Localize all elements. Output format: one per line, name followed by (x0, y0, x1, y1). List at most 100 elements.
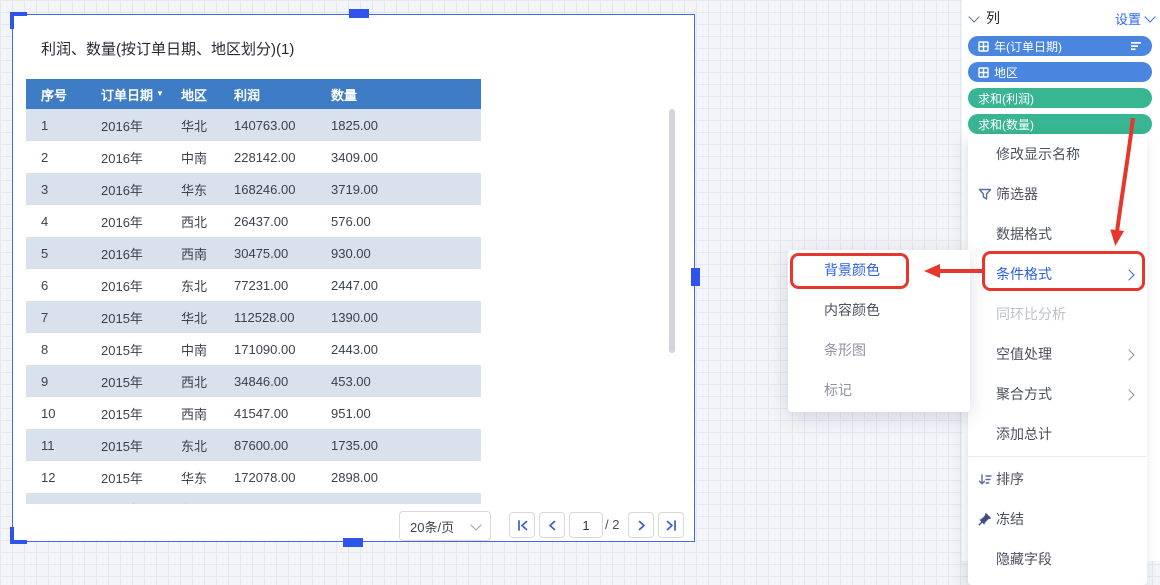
table-row[interactable]: 72015年华北112528.001390.00 (26, 301, 481, 333)
table-cell: 西南 (176, 237, 229, 269)
selection-resize-handle[interactable] (691, 268, 700, 286)
submenu-item-bar-chart[interactable]: 条形图 (788, 330, 970, 370)
menu-item-null-handling[interactable]: 空值处理 (968, 334, 1147, 374)
menu-item-filter[interactable]: 筛选器 (968, 174, 1147, 214)
table-row[interactable]: 42016年西北26437.00576.00 (26, 205, 481, 237)
conditional-format-submenu: 背景颜色内容颜色条形图标记 (788, 250, 970, 412)
table-cell: 12 (26, 461, 96, 493)
table-cell: 华北 (176, 109, 229, 141)
table-row[interactable]: 62016年东北77231.002447.00 (26, 269, 481, 301)
menu-item-label: 同环比分析 (996, 304, 1066, 324)
selection-corner-handle[interactable] (10, 527, 27, 544)
settings-label: 设置 (1115, 9, 1141, 28)
menu-item-period-comparison: 同环比分析 (968, 294, 1147, 334)
field-pill-sum-profit[interactable]: 求和(利润) (968, 88, 1152, 108)
table-cell: 华东 (176, 461, 229, 493)
menu-item-data-format[interactable]: 数据格式 (968, 214, 1147, 254)
menu-item-label: 条件格式 (996, 264, 1052, 284)
prev-page-button[interactable] (539, 512, 565, 538)
menu-item-label: 添加总计 (996, 424, 1052, 444)
table-row[interactable]: 22016年中南228142.003409.00 (26, 141, 481, 173)
menu-item-rename-display-name[interactable]: 修改显示名称 (968, 134, 1147, 174)
page-number-input[interactable] (569, 512, 603, 538)
table-row[interactable]: 92015年西北34846.00453.00 (26, 365, 481, 397)
table-widget-card[interactable]: 利润、数量(按订单日期、地区划分)(1) 序号订单日期▼地区利润数量 12016… (12, 14, 695, 542)
vertical-scrollbar[interactable] (669, 109, 675, 353)
selection-resize-handle[interactable] (349, 9, 369, 18)
table-row[interactable]: 132014年华北73231.00939.00 (26, 493, 481, 504)
chevron-right-icon (1125, 266, 1133, 282)
table-cell: 171090.00 (229, 333, 326, 365)
chevron-down-icon (470, 519, 481, 530)
column-header-5[interactable]: 数量 (326, 79, 481, 109)
first-page-button[interactable] (509, 512, 535, 538)
grid-field-icon (978, 67, 989, 78)
table-cell: 西南 (176, 397, 229, 429)
menu-item-aggregation-method[interactable]: 聚合方式 (968, 374, 1147, 414)
panel-section-title: 列 (986, 8, 1000, 28)
menu-item-sort[interactable]: 排序 (968, 459, 1147, 499)
next-page-button[interactable] (628, 512, 654, 538)
table-row[interactable]: 102015年西南41547.00951.00 (26, 397, 481, 429)
menu-item-label: 修改显示名称 (996, 144, 1080, 164)
table-cell: 2016年 (96, 237, 176, 269)
table-body: 12016年华北140763.001825.0022016年中南228142.0… (26, 109, 481, 504)
table-row[interactable]: 82015年中南171090.002443.00 (26, 333, 481, 365)
field-pill-label: 年(订单日期) (994, 38, 1062, 55)
submenu-item-mark[interactable]: 标记 (788, 370, 970, 410)
table-row[interactable]: 112015年东北87600.001735.00 (26, 429, 481, 461)
menu-item-hide-field[interactable]: 隐藏字段 (968, 539, 1147, 579)
field-pill-sum-quantity[interactable]: 求和(数量) (968, 114, 1152, 134)
collapse-chevron-down-icon[interactable] (968, 11, 979, 22)
column-header-2[interactable]: 订单日期▼ (96, 79, 176, 109)
chevron-right-icon (1125, 386, 1133, 402)
settings-dropdown[interactable]: 设置 (1115, 9, 1154, 28)
table-cell: 西北 (176, 205, 229, 237)
column-header-1[interactable]: 序号 (26, 79, 96, 109)
sort-desc-triangle: ▼ (156, 90, 164, 98)
page-size-select[interactable]: 20条/页 (399, 511, 491, 541)
submenu-item-background-color[interactable]: 背景颜色 (788, 250, 970, 290)
menu-item-freeze[interactable]: 冻结 (968, 499, 1147, 539)
menu-item-label: 隐藏字段 (996, 549, 1052, 569)
table-cell: 576.00 (326, 205, 481, 237)
field-pill-year-order-date[interactable]: 年(订单日期) (968, 36, 1152, 56)
column-header-4[interactable]: 利润 (229, 79, 326, 109)
table-cell: 939.00 (326, 493, 481, 504)
table-cell: 2016年 (96, 269, 176, 301)
table-cell: 3 (26, 173, 96, 205)
table-row[interactable]: 32016年华东168246.003719.00 (26, 173, 481, 205)
prev-page-icon (546, 519, 559, 532)
field-pill-region[interactable]: 地区 (968, 62, 1152, 82)
table-cell: 228142.00 (229, 141, 326, 173)
table-cell: 2015年 (96, 301, 176, 333)
table-row[interactable]: 122015年华东172078.002898.00 (26, 461, 481, 493)
table-cell: 西北 (176, 365, 229, 397)
table-cell: 6 (26, 269, 96, 301)
sort-lines-icon[interactable] (1130, 41, 1142, 51)
menu-item-label: 聚合方式 (996, 384, 1052, 404)
submenu-item-content-color[interactable]: 内容颜色 (788, 290, 970, 330)
table-cell: 2015年 (96, 333, 176, 365)
column-header-3[interactable]: 地区 (176, 79, 229, 109)
table-cell: 73231.00 (229, 493, 326, 504)
selection-corner-handle[interactable] (10, 12, 27, 29)
table-cell: 11 (26, 429, 96, 461)
table-cell: 172078.00 (229, 461, 326, 493)
table-row[interactable]: 52016年西南30475.00930.00 (26, 237, 481, 269)
menu-item-label: 筛选器 (996, 184, 1038, 204)
menu-item-add-total[interactable]: 添加总计 (968, 414, 1147, 454)
last-page-button[interactable] (658, 512, 684, 538)
menu-item-label: 排序 (996, 469, 1024, 489)
field-pill-label: 求和(数量) (978, 116, 1034, 133)
field-pill-label: 地区 (994, 64, 1018, 81)
table-cell: 13 (26, 493, 96, 504)
field-context-menu: 修改显示名称筛选器数据格式条件格式同环比分析空值处理聚合方式添加总计排序冻结隐藏… (968, 134, 1147, 585)
table-cell: 2016年 (96, 205, 176, 237)
table-cell: 2898.00 (326, 461, 481, 493)
table-row[interactable]: 12016年华北140763.001825.00 (26, 109, 481, 141)
menu-item-conditional-format[interactable]: 条件格式 (968, 254, 1147, 294)
selection-resize-handle[interactable] (343, 538, 363, 547)
chevron-down-icon (1144, 11, 1155, 22)
table-cell: 1390.00 (326, 301, 481, 333)
